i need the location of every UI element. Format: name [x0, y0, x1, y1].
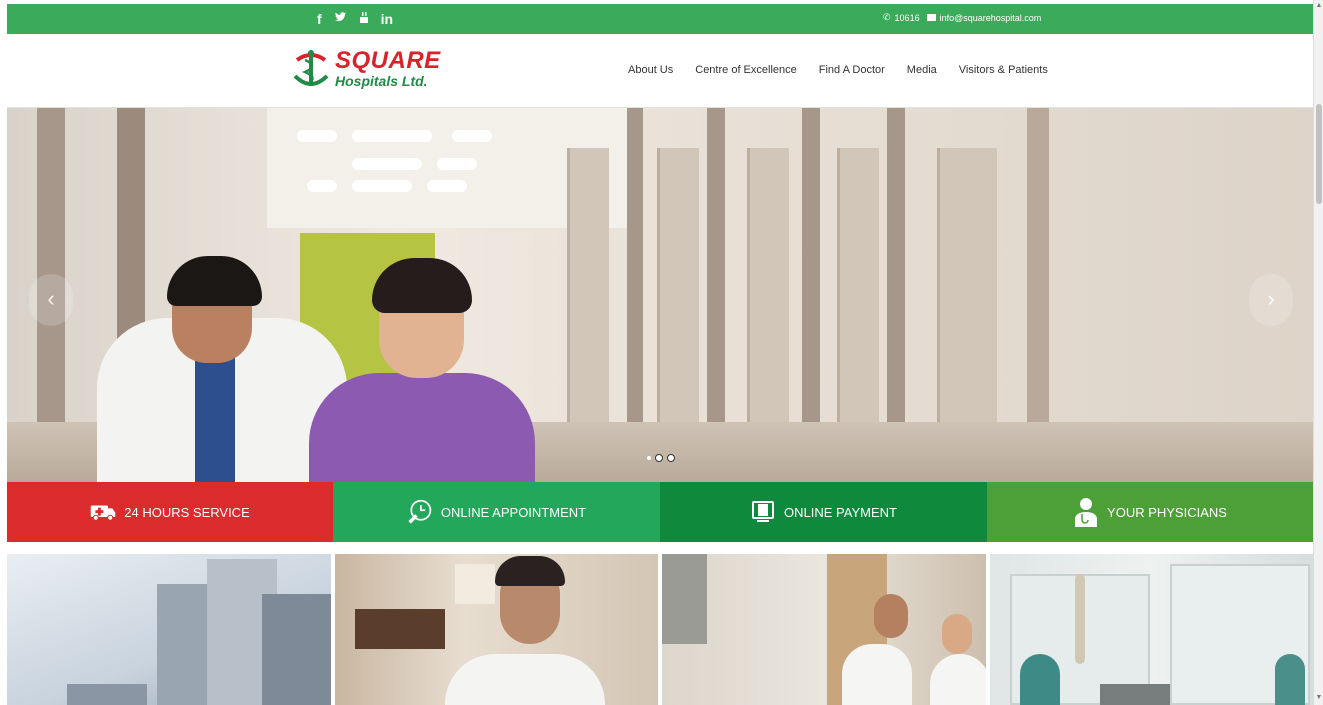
ceiling-light — [297, 130, 337, 142]
doctor-hair — [167, 256, 262, 306]
service-your-physicians[interactable]: YOUR PHYSICIANS — [987, 482, 1313, 542]
photo-hospital-building[interactable] — [7, 554, 331, 705]
email-address[interactable]: info@squarehospital.com — [940, 13, 1042, 23]
ceiling-light — [352, 180, 412, 192]
ceiling-light — [307, 180, 337, 192]
hero-slider: ‹ › — [7, 108, 1313, 482]
ceiling-light — [427, 180, 467, 192]
youtube-icon[interactable] — [359, 9, 369, 29]
logo-title: SQUARE — [335, 47, 441, 74]
slider-dot[interactable] — [667, 454, 675, 462]
photo-gallery — [7, 554, 1313, 705]
linkedin-icon[interactable]: in — [381, 9, 393, 29]
service-24-hours[interactable]: 24 HOURS SERVICE — [7, 482, 333, 542]
photo-operating-room[interactable] — [989, 554, 1313, 705]
social-links: f in — [317, 9, 393, 29]
slider-prev-button[interactable]: ‹ — [29, 274, 73, 326]
email-icon — [926, 14, 936, 21]
ceiling-light — [352, 158, 422, 170]
service-24-hours-label: 24 HOURS SERVICE — [124, 504, 250, 520]
nav-visitors-patients[interactable]: Visitors & Patients — [959, 64, 1048, 76]
service-online-appointment[interactable]: ONLINE APPOINTMENT — [333, 482, 660, 542]
logo-emblem-icon — [293, 50, 329, 86]
doctor-coat — [930, 654, 986, 705]
patient-hair — [372, 258, 472, 313]
doctor-icon — [1073, 498, 1099, 527]
building-shape — [67, 684, 147, 705]
twitter-icon[interactable] — [334, 9, 347, 29]
medical-monitor — [662, 554, 707, 644]
ceiling-light — [452, 130, 492, 142]
nav-centre-of-excellence[interactable]: Centre of Excellence — [695, 64, 797, 76]
scroll-up-arrow-icon[interactable]: ▲ — [1315, 1, 1323, 11]
doctor-head — [874, 594, 908, 638]
main-nav: About Us Centre of Excellence Find A Doc… — [628, 64, 1048, 76]
page-scrollbar[interactable]: ▲ ▼ — [1313, 0, 1323, 705]
nav-about-us[interactable]: About Us — [628, 64, 673, 76]
phone-number[interactable]: 10616 — [895, 13, 920, 23]
clock-icon — [407, 499, 433, 525]
logo-subtitle: Hospitals Ltd. — [335, 73, 428, 89]
site-logo[interactable]: SQUARE Hospitals Ltd. — [291, 46, 441, 92]
top-bar: f in ✆ 10616 info@squarehospital.com — [7, 4, 1313, 34]
nav-find-a-doctor[interactable]: Find A Doctor — [819, 64, 885, 76]
contact-info: ✆ 10616 info@squarehospital.com — [883, 12, 1041, 23]
scroll-down-arrow-icon[interactable]: ▼ — [1315, 693, 1323, 703]
slider-dot[interactable] — [655, 454, 663, 462]
nav-media[interactable]: Media — [907, 64, 937, 76]
page: f in ✆ 10616 info@squarehospital.com SQU… — [0, 0, 1323, 705]
photo-doctors-reviewing[interactable] — [662, 554, 986, 705]
doctor-head — [942, 614, 972, 654]
patient-figure — [309, 373, 535, 482]
service-online-appointment-label: ONLINE APPOINTMENT — [440, 504, 587, 520]
service-tiles: 24 HOURS SERVICE ONLINE APPOINTMENT ONLI… — [7, 482, 1313, 542]
doctor-coat — [444, 654, 605, 705]
site-header: SQUARE Hospitals Ltd. About Us Centre of… — [7, 34, 1313, 108]
facebook-icon[interactable]: f — [317, 9, 322, 29]
surgeon-figure — [1019, 654, 1060, 705]
doctor-hair — [494, 556, 565, 586]
wall-chart — [454, 564, 495, 604]
computer-icon — [750, 499, 776, 525]
photo-doctor-office[interactable] — [334, 554, 658, 705]
phone-icon: ✆ — [883, 12, 891, 22]
ceiling-light — [352, 130, 432, 142]
scroll-thumb[interactable] — [1316, 104, 1322, 204]
slider-dots — [647, 454, 675, 462]
ceiling-duct — [1074, 574, 1085, 664]
slider-next-button[interactable]: › — [1249, 274, 1293, 326]
building-shape — [262, 594, 331, 705]
ambulance-icon — [90, 499, 116, 525]
doctor-coat — [842, 644, 912, 705]
equipment — [1099, 684, 1170, 705]
books-shelf — [354, 609, 445, 649]
surgeon-figure — [1274, 654, 1305, 705]
service-online-payment-label: ONLINE PAYMENT — [784, 504, 897, 520]
slider-dot[interactable] — [647, 456, 651, 460]
service-online-payment[interactable]: ONLINE PAYMENT — [660, 482, 987, 542]
service-your-physicians-label: YOUR PHYSICIANS — [1107, 504, 1227, 520]
ceiling-light — [437, 158, 477, 170]
